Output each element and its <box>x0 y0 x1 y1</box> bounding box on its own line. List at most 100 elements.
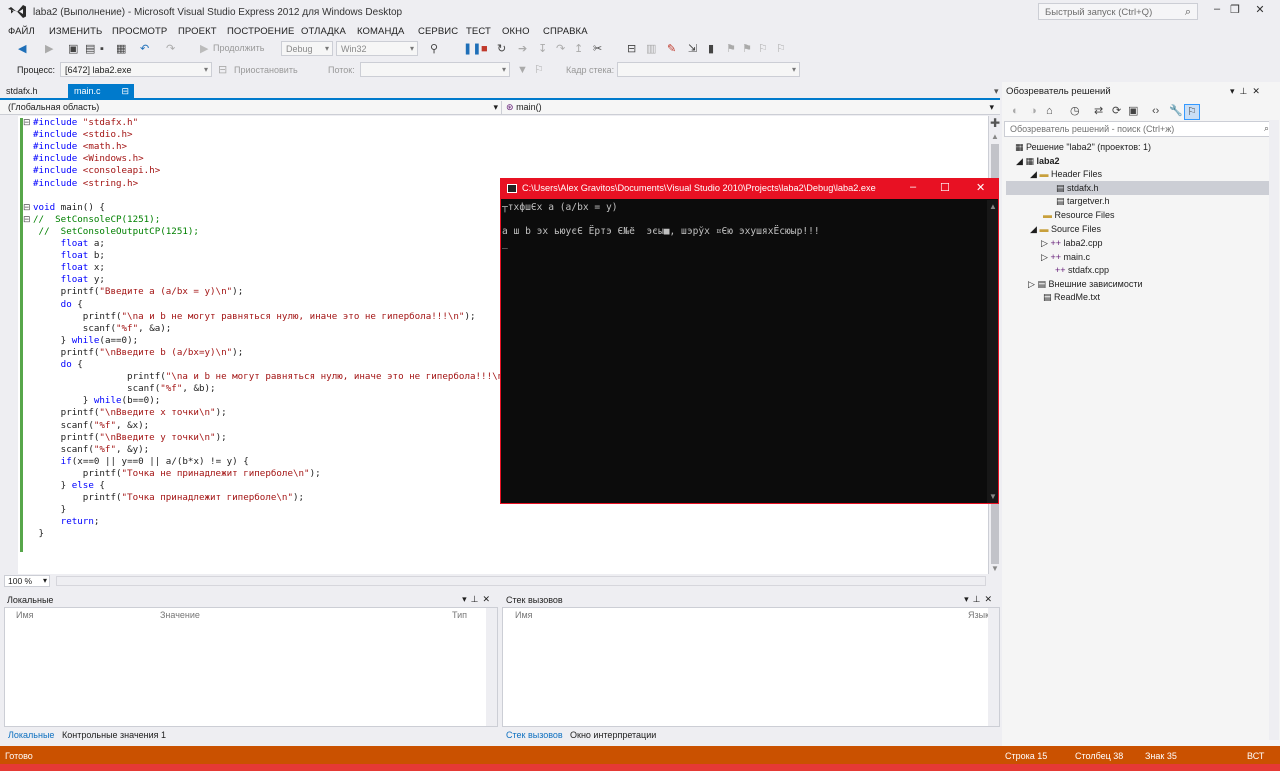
save-all-icon[interactable]: ▦ <box>116 42 126 56</box>
col-value[interactable]: Значение <box>160 610 200 620</box>
back-icon[interactable]: ◀ <box>18 42 26 56</box>
menu-view[interactable]: ПРОСМОТР <box>112 26 167 37</box>
collapse-icon[interactable]: ⊟ <box>23 214 31 225</box>
comment-icon[interactable]: ⇲ <box>688 42 697 56</box>
stack-frame-combo[interactable]: ▾ <box>617 62 800 77</box>
collapse-all-icon[interactable]: ▣ <box>1128 104 1138 118</box>
config-combo[interactable]: Debug ▾ <box>281 41 333 56</box>
flag-threads-icon[interactable]: ⚐ <box>534 63 544 77</box>
menu-debug[interactable]: ОТЛАДКА <box>301 26 346 37</box>
console-scrollbar[interactable]: ▲ ▼ <box>987 200 998 503</box>
editor-horizontal-scrollbar[interactable] <box>56 576 986 586</box>
step-into-icon[interactable]: ↧ <box>538 42 547 56</box>
platform-combo[interactable]: Win32 ▾ <box>336 41 418 56</box>
restore-button[interactable]: ❐ <box>1223 3 1247 19</box>
save-icon[interactable]: ▪ <box>100 42 104 56</box>
open-icon[interactable]: ▤ <box>85 42 95 56</box>
zoom-combo[interactable]: 100 % ▾ <box>4 575 50 587</box>
filter-icon[interactable]: ▼ <box>517 63 528 77</box>
quick-launch-input[interactable]: Быстрый запуск (Ctrl+Q) ⌕ <box>1038 3 1198 20</box>
tree-header-files[interactable]: ◢ ▬ Header Files <box>1030 169 1102 180</box>
process-combo[interactable]: [6472] laba2.exe ▾ <box>60 62 212 77</box>
continue-label[interactable]: Продолжить <box>213 43 264 53</box>
continue-icon[interactable]: ▶ <box>200 42 208 56</box>
home-icon[interactable]: ⌂ <box>1046 104 1053 118</box>
new-project-icon[interactable]: ▣ <box>68 42 78 56</box>
tab-locals[interactable]: Локальные <box>8 730 54 740</box>
hex-icon[interactable]: ✂ <box>593 42 602 56</box>
break-all-icon[interactable]: ❚❚ <box>463 42 481 56</box>
panel-controls-icon[interactable]: ▾⊥✕ <box>1230 86 1265 97</box>
bookmark-folder-icon[interactable]: ⚐ <box>776 42 786 56</box>
panel-controls-icon[interactable]: ▾⊥✕ <box>964 594 996 605</box>
tab-immediate[interactable]: Окно интерпретации <box>570 730 656 740</box>
col-lang[interactable]: Язык <box>968 610 989 620</box>
col-type[interactable]: Тип <box>452 610 467 620</box>
clear-bookmarks-icon[interactable]: ⚐ <box>758 42 768 56</box>
menu-file[interactable]: ФАЙЛ <box>8 26 35 37</box>
tab-watch[interactable]: Контрольные значения 1 <box>62 730 166 740</box>
scroll-up-icon[interactable]: ▲ <box>991 132 999 141</box>
pending-changes-icon[interactable]: ◷ <box>1070 104 1080 118</box>
menu-window[interactable]: ОКНО <box>502 26 530 37</box>
format-icon[interactable]: ▥ <box>646 42 656 56</box>
forward-icon[interactable]: ◑ <box>1030 104 1037 118</box>
bookmark-icon[interactable]: ✎ <box>667 42 676 56</box>
tree-targetver-h[interactable]: ▤ targetver.h <box>1056 196 1110 207</box>
callstack-scrollbar[interactable] <box>988 608 999 726</box>
tree-stdafx-cpp[interactable]: ++ stdafx.cpp <box>1055 265 1109 275</box>
console-titlebar[interactable]: C:\Users\Alex Gravitos\Documents\Visual … <box>500 178 999 199</box>
tab-stdafx-h[interactable]: stdafx.h <box>0 84 44 99</box>
refresh-icon[interactable]: ⟳ <box>1112 104 1121 118</box>
console-maximize-button[interactable]: ☐ <box>940 181 950 194</box>
solution-scrollbar[interactable] <box>1269 120 1279 740</box>
menu-build[interactable]: ПОСТРОЕНИЕ <box>227 26 294 37</box>
restart-icon[interactable]: ↻ <box>497 42 506 56</box>
threads-icon[interactable]: ⊟ <box>627 42 636 56</box>
split-icon[interactable]: ✚ <box>990 116 1000 130</box>
col-name[interactable]: Имя <box>16 610 34 620</box>
menu-edit[interactable]: ИЗМЕНИТЬ <box>49 26 102 37</box>
scope-combo[interactable]: (Глобальная область) ▾ <box>4 101 502 114</box>
tree-source-files[interactable]: ◢ ▬ Source Files <box>1030 224 1101 235</box>
next-bookmark-icon[interactable]: ⚑ <box>742 42 752 56</box>
tab-main-c[interactable]: main.c ⊟ <box>68 84 134 99</box>
menu-tools[interactable]: СЕРВИС <box>418 26 458 37</box>
menu-help[interactable]: СПРАВКА <box>543 26 588 37</box>
properties-icon[interactable]: 🔧 <box>1169 104 1183 118</box>
close-button[interactable]: ✕ <box>1248 3 1272 19</box>
console-close-button[interactable]: ✕ <box>976 181 985 194</box>
pin-icon[interactable]: ⊟ <box>121 86 129 97</box>
tree-external-deps[interactable]: ▷ ▤ Внешние зависимости <box>1028 279 1142 290</box>
toggle-bookmark-icon[interactable]: ▮ <box>708 42 714 56</box>
menu-test[interactable]: ТЕСТ <box>466 26 491 37</box>
scroll-down-icon[interactable]: ▼ <box>991 564 999 573</box>
prev-bookmark-icon[interactable]: ⚑ <box>726 42 736 56</box>
locals-scrollbar[interactable] <box>486 608 497 726</box>
tree-project[interactable]: ◢ ▦ laba2 <box>1016 156 1059 167</box>
tree-resource-files[interactable]: ▬ Resource Files <box>1043 210 1115 220</box>
tree-stdafx-h[interactable]: ▤ stdafx.h <box>1006 181 1270 195</box>
thread-combo[interactable]: ▾ <box>360 62 510 77</box>
undo-icon[interactable]: ↶ <box>140 42 149 56</box>
sync-icon[interactable]: ⇄ <box>1094 104 1103 118</box>
view-code-icon[interactable]: ‹› <box>1152 104 1159 118</box>
tree-laba2-cpp[interactable]: ▷ ++ laba2.cpp <box>1041 238 1103 249</box>
col-name[interactable]: Имя <box>515 610 533 620</box>
console-minimize-button[interactable]: – <box>910 181 916 193</box>
suspend-label[interactable]: Приостановить <box>234 65 298 75</box>
lifecycle-icon[interactable]: ⊟ <box>218 63 227 77</box>
scroll-down-icon[interactable]: ▼ <box>989 492 997 501</box>
menu-project[interactable]: ПРОЕКТ <box>178 26 217 37</box>
show-all-files-icon[interactable]: ⚐ <box>1184 104 1200 120</box>
member-combo[interactable]: ⊛ main() ▾ <box>502 101 1000 114</box>
show-next-statement-icon[interactable]: ➔ <box>518 42 527 56</box>
scroll-up-icon[interactable]: ▲ <box>989 202 997 211</box>
tree-readme[interactable]: ▤ ReadMe.txt <box>1043 292 1100 303</box>
tab-callstack[interactable]: Стек вызовов <box>506 730 563 740</box>
stop-debug-icon[interactable]: ■ <box>481 42 488 56</box>
step-over-icon[interactable]: ↷ <box>556 42 565 56</box>
tree-main-c[interactable]: ▷ ++ main.c <box>1041 252 1090 263</box>
step-out-icon[interactable]: ↥ <box>574 42 583 56</box>
redo-icon[interactable]: ↷ <box>166 42 175 56</box>
